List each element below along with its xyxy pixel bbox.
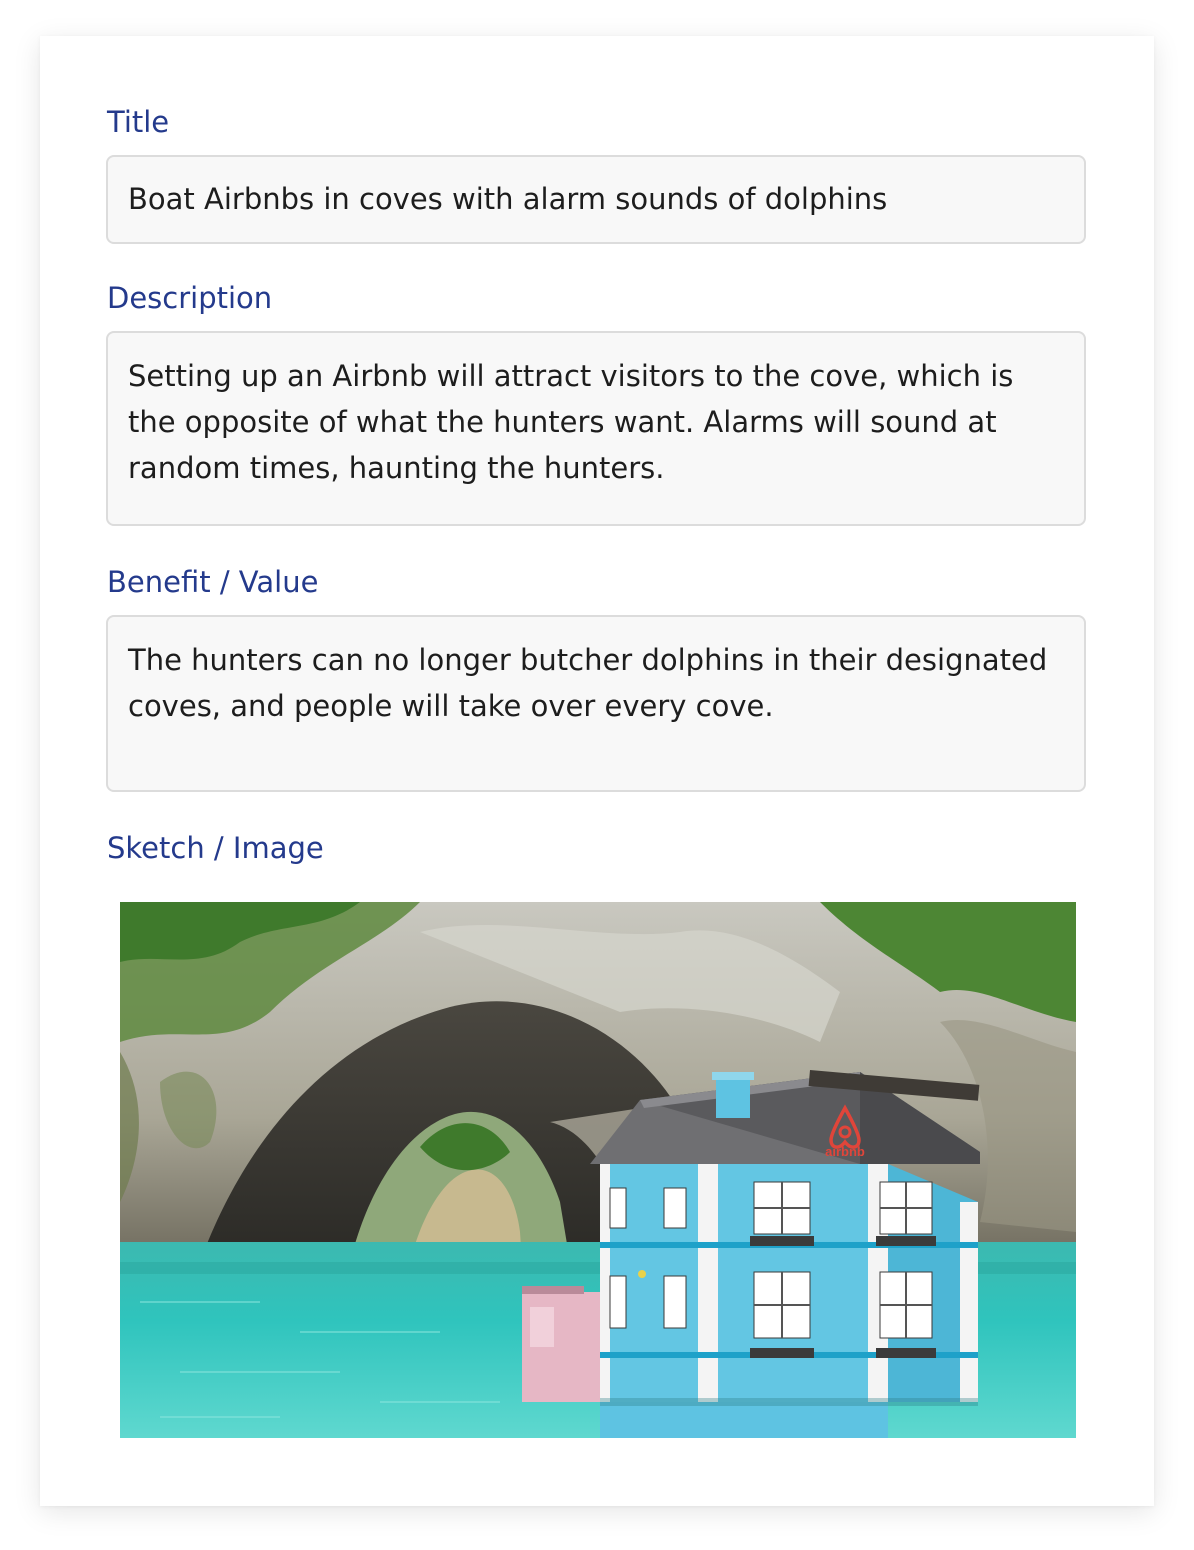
sketch-label: Sketch / Image — [107, 831, 324, 865]
benefit-field[interactable]: The hunters can no longer butcher dolphi… — [106, 615, 1086, 792]
title-label: Title — [107, 105, 170, 139]
description-label: Description — [107, 281, 273, 315]
title-field[interactable]: Boat Airbnbs in coves with alarm sounds … — [106, 155, 1086, 244]
benefit-label: Benefit / Value — [107, 565, 319, 599]
airbnb-logo-text: airbnb — [825, 1144, 865, 1159]
sketch-image: airbnb — [120, 902, 1076, 1438]
idea-card: Title Boat Airbnbs in coves with alarm s… — [40, 36, 1154, 1506]
description-field[interactable]: Setting up an Airbnb will attract visito… — [106, 331, 1086, 526]
